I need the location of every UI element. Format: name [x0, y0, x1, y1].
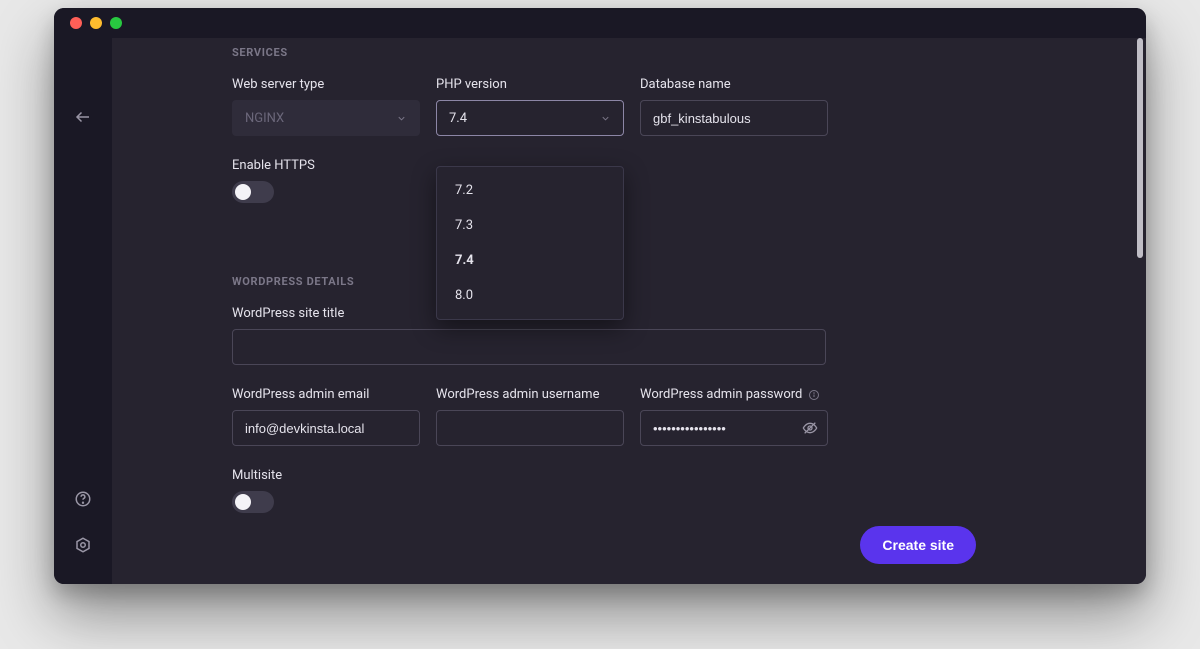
multisite-field: Multisite: [232, 468, 1098, 513]
chevron-down-icon: [396, 113, 407, 124]
info-icon: [808, 389, 820, 401]
help-icon[interactable]: [74, 490, 92, 508]
php-version-option[interactable]: 7.4: [437, 243, 623, 278]
services-row: Web server type NGINX PHP version 7.4: [232, 77, 1098, 136]
main-area: SERVICES Web server type NGINX PHP versi…: [54, 38, 1146, 584]
back-arrow-icon[interactable]: [74, 108, 92, 126]
enable-https-label: Enable HTTPS: [232, 158, 1098, 173]
services-heading: SERVICES: [232, 46, 1098, 59]
chevron-down-icon: [600, 113, 611, 124]
footer-actions: Create site: [860, 526, 976, 564]
enable-https-toggle[interactable]: [232, 181, 274, 203]
admin-password-label: WordPress admin password: [640, 387, 828, 402]
database-name-label: Database name: [640, 77, 828, 92]
icon-rail: [54, 38, 112, 584]
enable-https-field: Enable HTTPS: [232, 158, 1098, 203]
admin-email-input[interactable]: [232, 410, 420, 446]
create-site-button[interactable]: Create site: [860, 526, 976, 564]
web-server-type-value: NGINX: [245, 111, 284, 126]
wp-admin-row: WordPress admin email WordPress admin us…: [232, 387, 1098, 446]
php-version-dropdown: 7.2 7.3 7.4 8.0: [436, 166, 624, 320]
scrollbar-thumb[interactable]: [1137, 38, 1143, 258]
admin-password-input-wrap: [640, 410, 828, 446]
window-close-icon[interactable]: [70, 17, 82, 29]
site-title-input[interactable]: [232, 329, 826, 365]
form-scroll: SERVICES Web server type NGINX PHP versi…: [112, 38, 1146, 584]
window-minimize-icon[interactable]: [90, 17, 102, 29]
database-name-input[interactable]: [640, 100, 828, 136]
php-version-option[interactable]: 7.2: [437, 173, 623, 208]
wordpress-details-heading: WORDPRESS DETAILS: [232, 275, 1098, 288]
titlebar: [54, 8, 1146, 38]
web-server-type-select[interactable]: NGINX: [232, 100, 420, 136]
php-version-value: 7.4: [449, 111, 467, 126]
database-name-field: Database name: [640, 77, 828, 136]
admin-username-field: WordPress admin username: [436, 387, 624, 446]
window-zoom-icon[interactable]: [110, 17, 122, 29]
eye-off-icon[interactable]: [802, 420, 818, 436]
php-version-select[interactable]: 7.4: [436, 100, 624, 136]
php-version-field: PHP version 7.4: [436, 77, 624, 136]
web-server-type-label: Web server type: [232, 77, 420, 92]
php-version-option[interactable]: 8.0: [437, 278, 623, 313]
multisite-label: Multisite: [232, 468, 1098, 483]
content-shell: SERVICES Web server type NGINX PHP versi…: [112, 38, 1146, 584]
app-window: SERVICES Web server type NGINX PHP versi…: [54, 8, 1146, 584]
multisite-toggle[interactable]: [232, 491, 274, 513]
web-server-type-field: Web server type NGINX: [232, 77, 420, 136]
admin-username-input[interactable]: [436, 410, 624, 446]
admin-email-field: WordPress admin email: [232, 387, 420, 446]
admin-password-input[interactable]: [640, 410, 828, 446]
toggle-knob: [235, 184, 251, 200]
settings-icon[interactable]: [74, 536, 92, 554]
toggle-knob: [235, 494, 251, 510]
php-version-label: PHP version: [436, 77, 624, 92]
admin-password-field: WordPress admin password: [640, 387, 828, 446]
admin-email-label: WordPress admin email: [232, 387, 420, 402]
admin-username-label: WordPress admin username: [436, 387, 624, 402]
php-version-option[interactable]: 7.3: [437, 208, 623, 243]
